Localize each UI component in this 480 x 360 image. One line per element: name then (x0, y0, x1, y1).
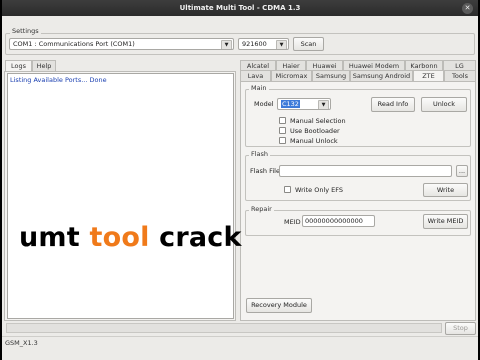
overlay-caption: umt tool crack (19, 222, 242, 253)
window-title: Ultimate Multi Tool - CDMA 1.3 (179, 4, 301, 12)
baud-value: 921600 (242, 40, 267, 48)
settings-legend: Settings (10, 27, 41, 35)
scan-button[interactable]: Scan (293, 37, 324, 51)
meid-label: MEID (284, 218, 301, 226)
write-only-efs-label: Write Only EFS (295, 186, 344, 194)
model-label: Model (254, 100, 274, 108)
manual-selection-checkbox[interactable] (279, 117, 286, 124)
stop-button[interactable]: Stop (445, 322, 476, 335)
tab-lava[interactable]: Lava (240, 70, 271, 81)
flash-file-input[interactable] (279, 165, 452, 177)
chevron-down-icon: ▼ (221, 40, 232, 49)
overlay-word-umt: umt (19, 222, 90, 253)
use-bootloader-label: Use Bootloader (290, 127, 340, 135)
meid-value: 00000000000000 (305, 217, 363, 225)
meid-input[interactable]: 00000000000000 (302, 215, 375, 227)
use-bootloader-checkbox[interactable] (279, 127, 286, 134)
tab-samsung-android[interactable]: Samsung Android (350, 70, 413, 81)
read-info-button[interactable]: Read Info (371, 97, 415, 112)
title-bar: Ultimate Multi Tool - CDMA 1.3 (2, 0, 478, 16)
status-text: GSM_X1.3 (5, 339, 38, 347)
progress-bar (6, 323, 442, 333)
tab-logs[interactable]: Logs (5, 60, 32, 71)
unlock-button[interactable]: Unlock (421, 97, 467, 112)
chevron-down-icon: ▼ (318, 100, 329, 109)
recovery-module-button[interactable]: Recovery Module (246, 298, 312, 313)
port-value: COM1 : Communications Port (COM1) (13, 40, 135, 48)
write-only-efs-checkbox[interactable] (284, 186, 291, 193)
flash-file-label: Flash File (250, 167, 280, 175)
manual-selection-label: Manual Selection (290, 117, 346, 125)
model-value: C132 (281, 100, 300, 108)
tab-zte[interactable]: ZTE (413, 70, 444, 81)
tab-help[interactable]: Help (32, 60, 56, 71)
chevron-down-icon: ▼ (276, 40, 287, 49)
overlay-word-tool: tool (89, 222, 150, 253)
write-meid-button[interactable]: Write MEID (423, 214, 468, 229)
overlay-word-crack: crack (149, 222, 242, 253)
app-window: Ultimate Multi Tool - CDMA 1.3 ✕ Setting… (2, 0, 478, 360)
write-button[interactable]: Write (423, 183, 468, 197)
repair-legend: Repair (249, 205, 274, 213)
log-textarea[interactable]: Listing Available Ports... Done (7, 73, 234, 319)
manual-unlock-label: Manual Unlock (290, 137, 338, 145)
port-select[interactable]: COM1 : Communications Port (COM1) ▼ (9, 38, 234, 50)
baud-select[interactable]: 921600 ▼ (238, 38, 289, 50)
tab-samsung[interactable]: Samsung (312, 70, 350, 81)
flash-legend: Flash (249, 150, 271, 158)
close-icon[interactable]: ✕ (462, 3, 473, 14)
log-line: Listing Available Ports... Done (10, 76, 107, 84)
tab-micromax[interactable]: Micromax (271, 70, 312, 81)
browse-button[interactable]: ... (456, 165, 468, 177)
model-select[interactable]: C132 ▼ (277, 98, 331, 110)
divider (2, 336, 478, 337)
main-legend: Main (249, 84, 269, 92)
tab-tools[interactable]: Tools (444, 70, 476, 81)
manual-unlock-checkbox[interactable] (279, 137, 286, 144)
